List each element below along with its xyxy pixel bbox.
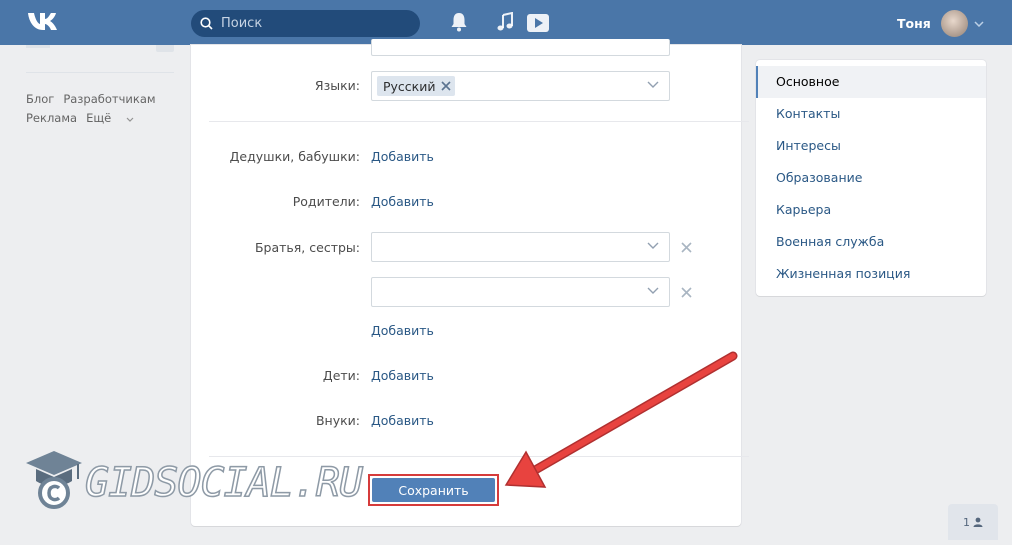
nav-item-education[interactable]: Образование — [756, 162, 986, 194]
languages-select[interactable]: Русский — [371, 71, 670, 101]
left-footer-links: Блог Разработчикам Реклама Ещё — [26, 90, 186, 128]
left-menu-item-stub — [26, 45, 50, 48]
chevron-down-icon[interactable] — [647, 242, 659, 249]
close-icon[interactable] — [441, 81, 452, 91]
video-icon[interactable] — [526, 13, 550, 33]
avatar[interactable] — [940, 10, 968, 37]
nav-item-military[interactable]: Военная служба — [756, 226, 986, 258]
section-divider — [209, 121, 749, 122]
chevron-down-icon[interactable] — [647, 81, 659, 88]
save-button-highlight: Сохранить — [368, 474, 499, 506]
language-chip-label: Русский — [383, 78, 436, 94]
nav-item-career[interactable]: Карьера — [756, 194, 986, 226]
profile-sections-menu: Основное Контакты Интересы Образование К… — [756, 60, 986, 296]
chevron-down-icon — [126, 117, 134, 122]
left-menu-divider — [26, 72, 174, 73]
left-menu-counter-stub — [156, 45, 174, 52]
languages-label: Языки: — [314, 78, 360, 93]
graduation-cap-icon — [26, 451, 82, 509]
online-count: 1 — [963, 515, 970, 529]
chevron-down-icon — [974, 20, 984, 27]
nav-item-basic[interactable]: Основное — [756, 66, 986, 98]
grandparents-label: Дедушки, бабушки: — [229, 149, 360, 164]
section-divider — [209, 456, 749, 457]
remove-sibling-2-icon[interactable] — [681, 287, 692, 298]
add-grandchildren-link[interactable]: Добавить — [371, 413, 434, 428]
user-menu[interactable]: Тоня — [897, 10, 984, 37]
language-chip: Русский — [377, 76, 456, 96]
sibling-select-2[interactable] — [371, 277, 670, 307]
remove-sibling-1-icon[interactable] — [681, 242, 692, 253]
hometown-field[interactable] — [371, 39, 670, 56]
person-icon — [973, 517, 983, 527]
developers-link[interactable]: Разработчикам — [63, 92, 155, 106]
add-children-link[interactable]: Добавить — [371, 368, 434, 383]
nav-item-contacts[interactable]: Контакты — [756, 98, 986, 130]
watermark-text: GIDSOCIAL.RU — [84, 459, 363, 507]
ads-link[interactable]: Реклама — [26, 111, 77, 125]
edit-profile-card: Языки: Русский Дедушки, бабушки: Добавит… — [191, 39, 749, 526]
chevron-down-icon[interactable] — [647, 287, 659, 294]
add-sibling-link[interactable]: Добавить — [371, 323, 434, 338]
add-parents-link[interactable]: Добавить — [371, 194, 434, 209]
sibling-select-1[interactable] — [371, 232, 670, 262]
blog-link[interactable]: Блог — [26, 92, 54, 106]
children-label: Дети: — [322, 368, 360, 383]
save-button[interactable]: Сохранить — [372, 478, 495, 502]
grandchildren-label: Внуки: — [315, 413, 360, 428]
search-icon — [200, 17, 213, 30]
parents-label: Родители: — [292, 194, 360, 209]
bell-icon[interactable] — [450, 12, 468, 32]
siblings-label: Братья, сестры: — [254, 240, 360, 255]
more-link[interactable]: Ещё — [86, 111, 134, 125]
music-icon[interactable] — [495, 12, 515, 32]
search-box[interactable] — [191, 10, 420, 37]
add-grandparents-link[interactable]: Добавить — [371, 149, 434, 164]
nav-item-interests[interactable]: Интересы — [756, 130, 986, 162]
nav-item-life-position[interactable]: Жизненная позиция — [756, 258, 986, 290]
user-name: Тоня — [897, 16, 931, 31]
more-link-label: Ещё — [86, 111, 112, 125]
search-input[interactable] — [219, 15, 403, 32]
vk-logo-icon[interactable] — [26, 9, 60, 38]
online-counter[interactable]: 1 — [948, 504, 998, 540]
